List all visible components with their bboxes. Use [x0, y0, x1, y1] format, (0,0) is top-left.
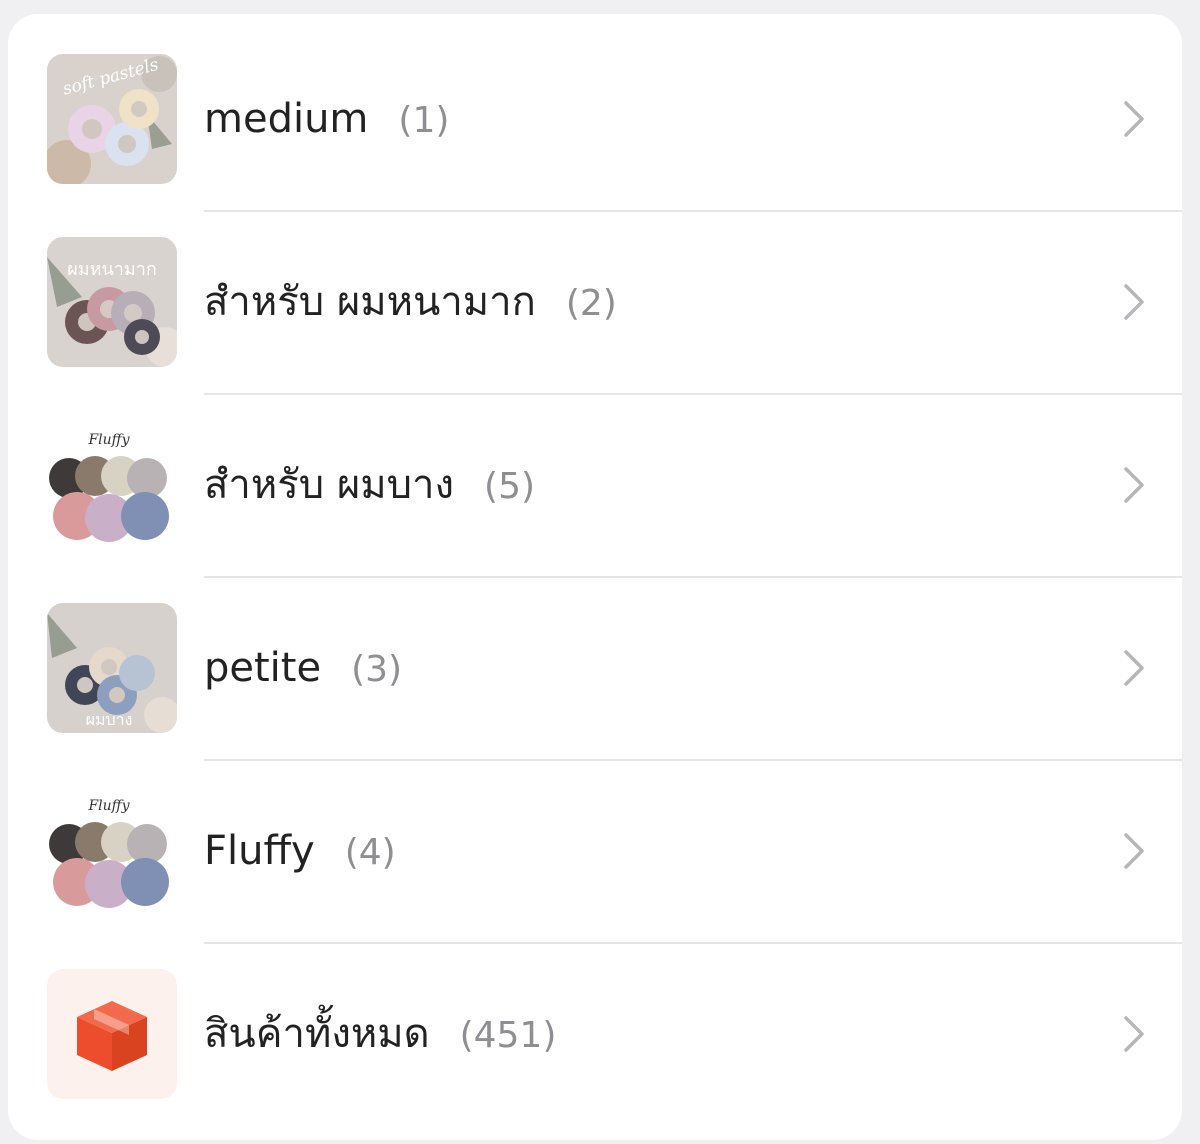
category-count: (4) — [344, 832, 396, 873]
scrunchie-photo-icon: ผมบาง — [47, 603, 177, 733]
scrunchie-photo-icon: ผมหนามาก — [47, 237, 177, 367]
category-count: (451) — [459, 1015, 557, 1056]
category-label: สินค้าทั้งหมด (451) — [204, 943, 556, 1126]
svg-text:ผมบาง: ผมบาง — [86, 710, 133, 729]
category-name: สินค้าทั้งหมด — [204, 1011, 430, 1057]
chevron-right-icon — [1124, 467, 1144, 503]
category-label: สำหรับ ผมบาง (5) — [204, 394, 535, 577]
category-name: สำหรับ ผมบาง — [204, 462, 455, 508]
category-count: (1) — [398, 100, 450, 141]
category-row-all-products[interactable]: สินค้าทั้งหมด (451) — [8, 943, 1182, 1126]
category-list: soft pastels medium (1) ผมหนามาก สำหรับ … — [8, 14, 1182, 1140]
category-thumbnail: ผมหนามาก — [47, 237, 177, 367]
category-thumbnail: Fluffy — [47, 786, 177, 916]
category-label: สำหรับ ผมหนามาก (2) — [204, 211, 617, 394]
svg-text:Fluffy: Fluffy — [87, 798, 130, 814]
category-label: petite (3) — [204, 577, 402, 760]
scrunchie-photo-icon: Fluffy — [47, 420, 177, 550]
category-row-medium[interactable]: soft pastels medium (1) — [8, 28, 1182, 211]
category-row-thin-hair[interactable]: Fluffy สำหรับ ผมบาง (5) — [8, 394, 1182, 577]
category-label: Fluffy (4) — [204, 760, 396, 943]
chevron-right-icon — [1124, 1016, 1144, 1052]
category-row-thick-hair[interactable]: ผมหนามาก สำหรับ ผมหนามาก (2) — [8, 211, 1182, 394]
category-thumbnail — [47, 969, 177, 1099]
svg-text:Fluffy: Fluffy — [87, 432, 130, 448]
scrunchie-photo-icon: Fluffy — [47, 786, 177, 916]
svg-text:ผมหนามาก: ผมหนามาก — [67, 259, 157, 280]
category-count: (3) — [351, 649, 403, 690]
category-count: (2) — [565, 283, 617, 324]
category-name: Fluffy — [204, 828, 315, 874]
category-thumbnail: Fluffy — [47, 420, 177, 550]
category-count: (5) — [484, 466, 536, 507]
chevron-right-icon — [1124, 101, 1144, 137]
category-label: medium (1) — [204, 28, 449, 211]
chevron-right-icon — [1124, 650, 1144, 686]
category-thumbnail: soft pastels — [47, 54, 177, 184]
category-name: petite — [204, 645, 322, 691]
category-thumbnail: ผมบาง — [47, 603, 177, 733]
category-name: medium — [204, 96, 369, 142]
category-row-fluffy[interactable]: Fluffy Fluffy (4) — [8, 760, 1182, 943]
chevron-right-icon — [1124, 833, 1144, 869]
scrunchie-photo-icon: soft pastels — [47, 54, 177, 184]
chevron-right-icon — [1124, 284, 1144, 320]
category-name: สำหรับ ผมหนามาก — [204, 279, 536, 325]
category-row-petite[interactable]: ผมบาง petite (3) — [8, 577, 1182, 760]
box-icon — [77, 1001, 147, 1071]
